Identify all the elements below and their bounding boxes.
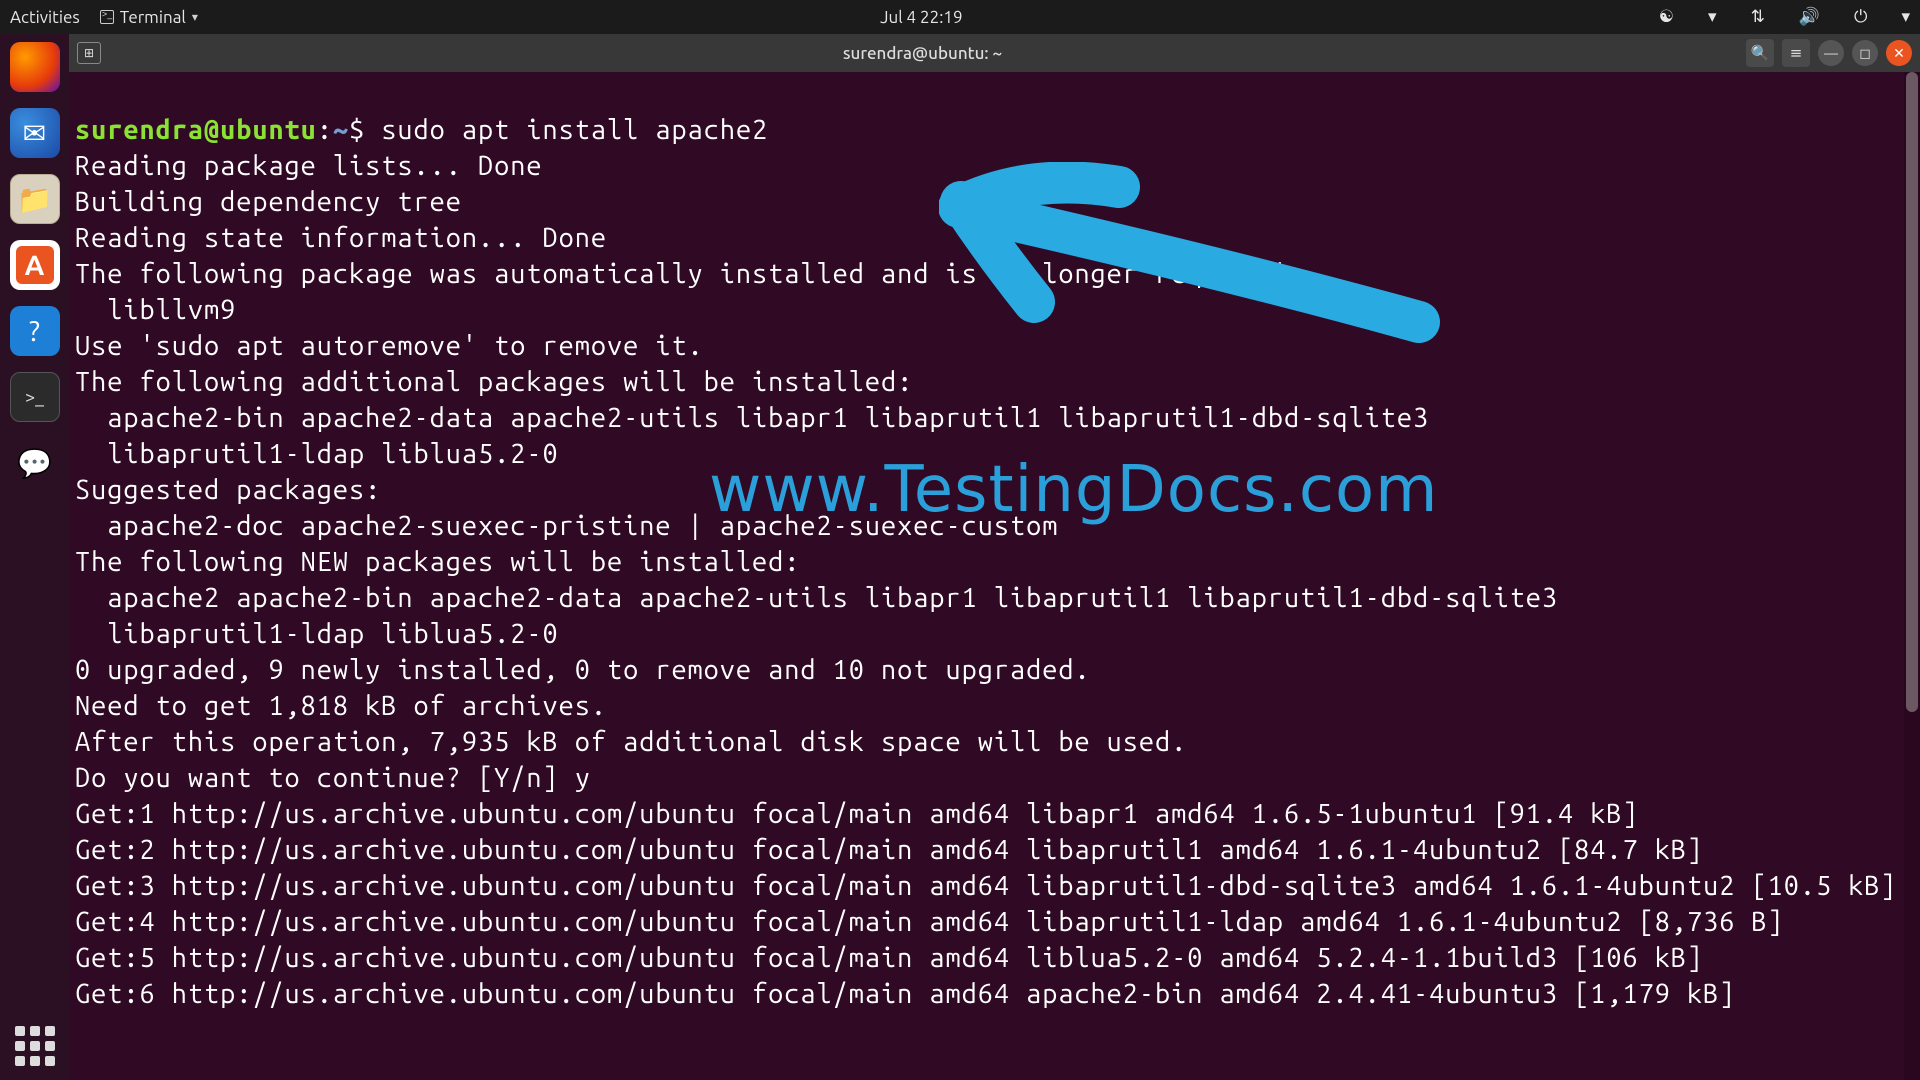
scrollbar-thumb[interactable]	[1906, 72, 1918, 712]
clock[interactable]: Jul 4 22:19	[880, 8, 962, 27]
output-line: apache2 apache2-bin apache2-data apache2…	[75, 583, 1558, 613]
output-line: Reading state information... Done	[75, 223, 607, 253]
power-icon[interactable]: ⏻	[1854, 7, 1867, 27]
new-tab-button[interactable]: ⊞	[77, 42, 101, 64]
dock-app-software[interactable]	[10, 240, 60, 290]
dock-app-thunderbird[interactable]: ✉	[10, 108, 60, 158]
maximize-button[interactable]: ◻	[1852, 40, 1878, 66]
output-line: libllvm9	[75, 295, 236, 325]
output-line: Get:6 http://us.archive.ubuntu.com/ubunt…	[75, 979, 1735, 1009]
dock-app-files[interactable]: 📁	[10, 174, 60, 224]
output-line: The following additional packages will b…	[75, 367, 913, 397]
app-menu-label: Terminal	[120, 8, 186, 27]
output-line: apache2-bin apache2-data apache2-utils l…	[75, 403, 1429, 433]
close-button[interactable]: ✕	[1886, 40, 1912, 66]
network-icon[interactable]: ⇅	[1751, 7, 1765, 27]
search-icon[interactable]: 🔍	[1746, 39, 1774, 67]
watermark-text: www.TestingDocs.com	[709, 472, 1439, 508]
terminal-body[interactable]: surendra@ubuntu:~$ sudo apt install apac…	[69, 72, 1920, 1080]
dock-app-help[interactable]: ?	[10, 306, 60, 356]
volume-icon[interactable]: 🔊	[1799, 7, 1820, 27]
desktop: ✉ 📁 ? 💬 ⊞ surendra@ubuntu: ~ 🔍 ≡ — ◻ ✕ s…	[0, 34, 1920, 1080]
dock-app-hexchat[interactable]: 💬	[10, 438, 60, 488]
terminal-titlebar: ⊞ surendra@ubuntu: ~ 🔍 ≡ — ◻ ✕	[69, 34, 1920, 72]
output-line: After this operation, 7,935 kB of additi…	[75, 727, 1187, 757]
app-menu-terminal[interactable]: Terminal	[100, 8, 198, 27]
prompt-dollar: $	[349, 115, 365, 145]
accessibility-icon[interactable]: ☯	[1659, 7, 1674, 27]
prompt-colon: :	[317, 115, 333, 145]
dock-app-firefox[interactable]	[10, 42, 60, 92]
gnome-top-panel: Activities Terminal Jul 4 22:19 ☯ ▾ ⇅ 🔊 …	[0, 0, 1920, 34]
activities-button[interactable]: Activities	[10, 8, 80, 27]
terminal-scrollbar[interactable]	[1904, 72, 1920, 1080]
output-line: libaprutil1-ldap liblua5.2-0	[75, 439, 559, 469]
output-line: libaprutil1-ldap liblua5.2-0	[75, 619, 559, 649]
output-line: The following package was automatically …	[75, 259, 1300, 289]
accessibility-caret-icon: ▾	[1708, 7, 1717, 27]
output-line: Get:2 http://us.archive.ubuntu.com/ubunt…	[75, 835, 1703, 865]
system-caret-icon: ▾	[1901, 7, 1910, 27]
typed-command: sudo apt install apache2	[381, 115, 768, 145]
output-line: Suggested packages:	[75, 475, 381, 505]
minimize-button[interactable]: —	[1818, 40, 1844, 66]
output-line: Get:3 http://us.archive.ubuntu.com/ubunt…	[75, 871, 1897, 901]
prompt-userhost: surendra@ubuntu	[75, 115, 317, 145]
output-line: 0 upgraded, 9 newly installed, 0 to remo…	[75, 655, 1091, 685]
output-line: The following NEW packages will be insta…	[75, 547, 800, 577]
terminal-menu-icon	[100, 10, 114, 24]
output-line: Get:5 http://us.archive.ubuntu.com/ubunt…	[75, 943, 1703, 973]
dock-app-terminal[interactable]	[10, 372, 60, 422]
output-line: Need to get 1,818 kB of archives.	[75, 691, 607, 721]
output-line: apache2-doc apache2-suexec-pristine | ap…	[75, 511, 1058, 541]
window-title: surendra@ubuntu: ~	[107, 44, 1738, 63]
output-line: Building dependency tree	[75, 187, 462, 217]
output-line: Get:1 http://us.archive.ubuntu.com/ubunt…	[75, 799, 1639, 829]
output-line: Reading package lists... Done	[75, 151, 542, 181]
prompt-path: ~	[333, 115, 349, 145]
output-line: Use 'sudo apt autoremove' to remove it.	[75, 331, 704, 361]
output-line: Do you want to continue? [Y/n] y	[75, 763, 591, 793]
hamburger-menu-icon[interactable]: ≡	[1782, 39, 1810, 67]
output-line: Get:4 http://us.archive.ubuntu.com/ubunt…	[75, 907, 1784, 937]
terminal-window: ⊞ surendra@ubuntu: ~ 🔍 ≡ — ◻ ✕ surendra@…	[69, 34, 1920, 1080]
show-applications-button[interactable]	[15, 1026, 55, 1066]
dock: ✉ 📁 ? 💬	[0, 34, 69, 1080]
